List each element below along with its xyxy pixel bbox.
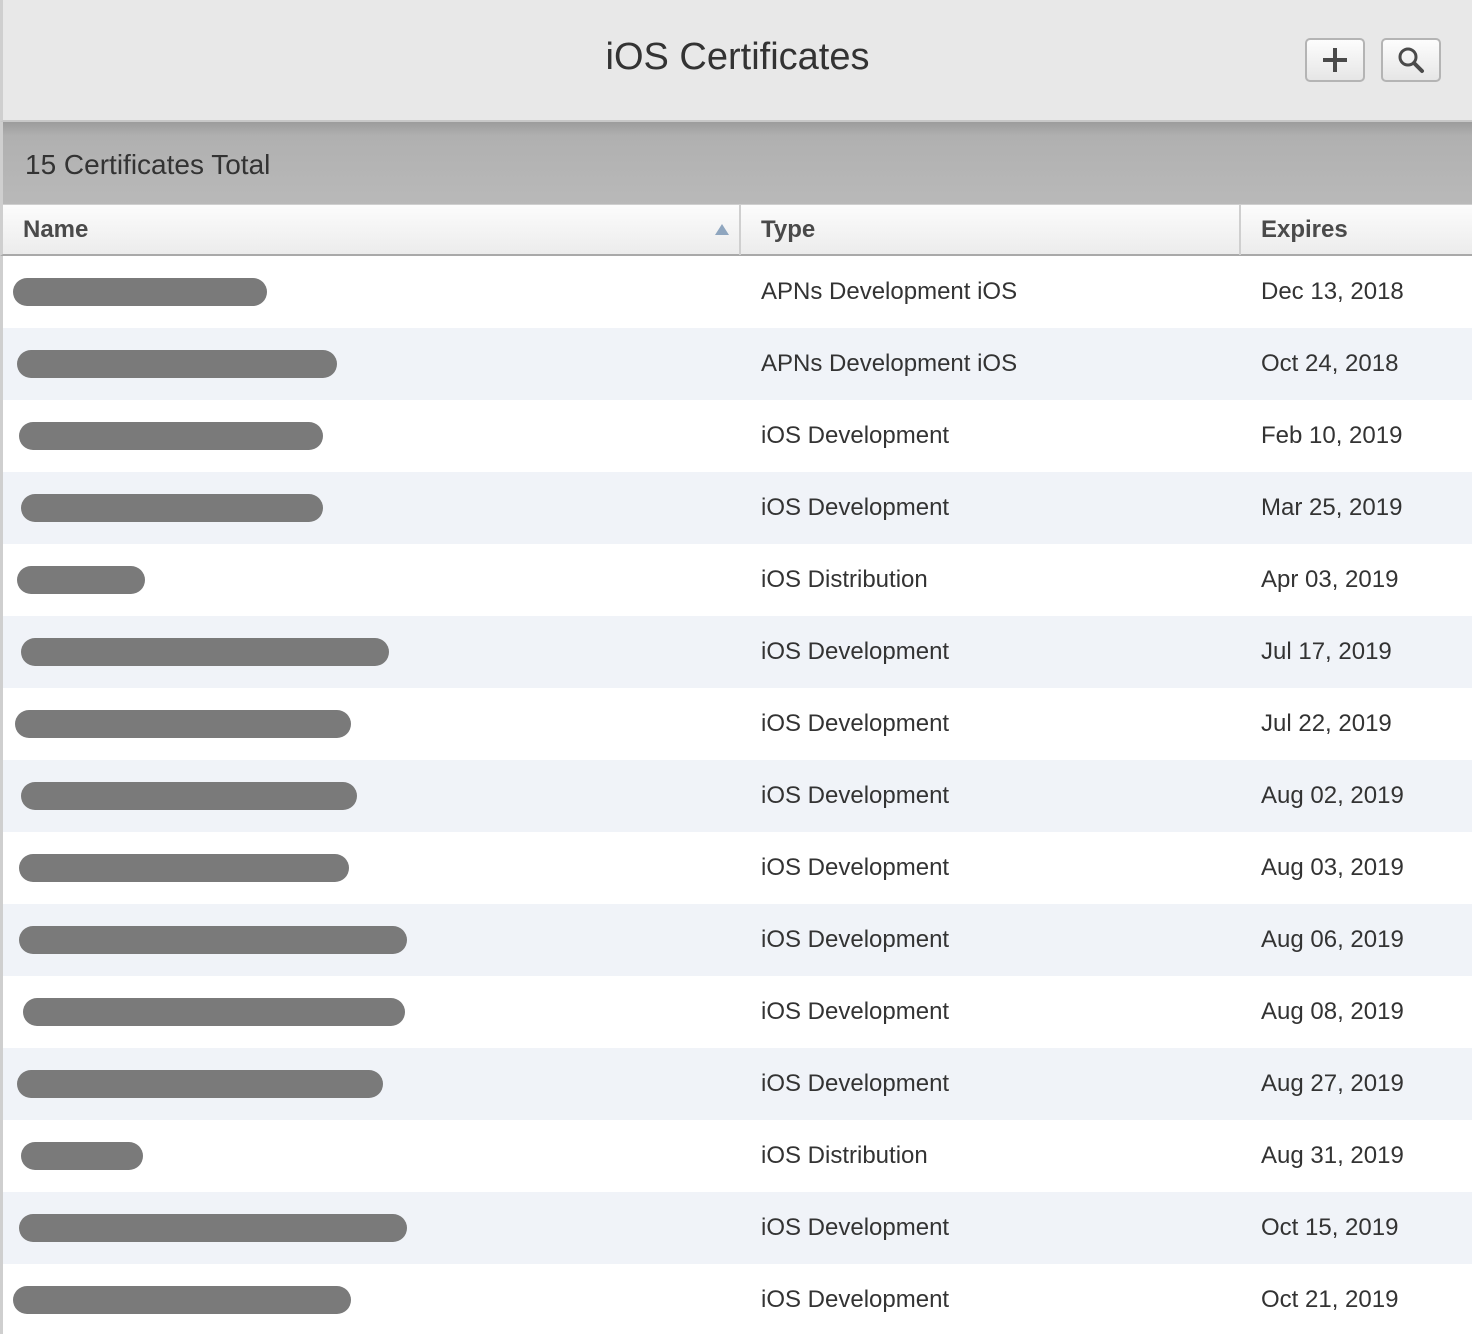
summary-bar: 15 Certificates Total: [0, 122, 1472, 204]
certificates-table: APNs Development iOS Dec 13, 2018 APNs D…: [0, 256, 1472, 1334]
table-row[interactable]: iOS Development Aug 06, 2019: [0, 904, 1472, 976]
certificate-type: iOS Development: [761, 854, 950, 881]
certificate-type: iOS Development: [761, 710, 950, 737]
column-header-type[interactable]: Type: [741, 205, 1241, 255]
table-row[interactable]: iOS Development Oct 21, 2019: [0, 1264, 1472, 1334]
table-row[interactable]: APNs Development iOS Oct 24, 2018: [0, 328, 1472, 400]
certificate-expires: Dec 13, 2018: [1261, 278, 1404, 305]
certificate-type: iOS Development: [761, 1214, 950, 1241]
table-row[interactable]: iOS Development Feb 10, 2019: [0, 400, 1472, 472]
redacted-name: [17, 1070, 383, 1098]
redacted-name: [21, 638, 389, 666]
sort-ascending-icon: [715, 224, 729, 235]
certificate-expires: Aug 03, 2019: [1261, 854, 1404, 881]
column-header-name-label: Name: [23, 216, 89, 243]
certificate-type: iOS Distribution: [761, 566, 928, 593]
redacted-name: [13, 278, 267, 306]
redacted-name: [19, 1214, 407, 1242]
search-icon: [1398, 47, 1424, 73]
certificate-expires: Jul 17, 2019: [1261, 638, 1392, 665]
column-header-type-label: Type: [761, 216, 816, 243]
certificate-type: APNs Development iOS: [761, 278, 1018, 305]
page-title: iOS Certificates: [605, 36, 870, 78]
certificate-type: iOS Distribution: [761, 1142, 928, 1169]
table-row[interactable]: iOS Development Jul 17, 2019: [0, 616, 1472, 688]
add-certificate-button[interactable]: [1305, 38, 1365, 82]
table-row[interactable]: APNs Development iOS Dec 13, 2018: [0, 256, 1472, 328]
redacted-name: [17, 566, 145, 594]
certificate-expires: Apr 03, 2019: [1261, 566, 1399, 593]
redacted-name: [19, 422, 323, 450]
table-row[interactable]: iOS Development Aug 27, 2019: [0, 1048, 1472, 1120]
redacted-name: [19, 926, 407, 954]
table-row[interactable]: iOS Development Jul 22, 2019: [0, 688, 1472, 760]
table-row[interactable]: iOS Development Aug 08, 2019: [0, 976, 1472, 1048]
certificate-type: iOS Development: [761, 926, 950, 953]
certificate-type: iOS Development: [761, 638, 950, 665]
certificate-expires: Feb 10, 2019: [1261, 422, 1403, 449]
search-button[interactable]: [1381, 38, 1441, 82]
certificate-type: iOS Development: [761, 494, 950, 521]
table-row[interactable]: iOS Development Oct 15, 2019: [0, 1192, 1472, 1264]
column-header-expires[interactable]: Expires: [1241, 205, 1472, 255]
certificate-type: iOS Development: [761, 422, 950, 449]
certificate-type: iOS Development: [761, 998, 950, 1025]
table-row[interactable]: iOS Development Mar 25, 2019: [0, 472, 1472, 544]
certificate-expires: Oct 24, 2018: [1261, 350, 1399, 377]
page-header: iOS Certificates: [0, 0, 1472, 122]
certificate-type: APNs Development iOS: [761, 350, 1018, 377]
certificate-expires: Oct 21, 2019: [1261, 1286, 1399, 1313]
certificate-type: iOS Development: [761, 782, 950, 809]
redacted-name: [19, 854, 349, 882]
redacted-name: [23, 998, 405, 1026]
table-row[interactable]: iOS Development Aug 02, 2019: [0, 760, 1472, 832]
redacted-name: [17, 350, 337, 378]
certificate-expires: Aug 08, 2019: [1261, 998, 1404, 1025]
certificate-type: iOS Development: [761, 1286, 950, 1313]
plus-icon: [1323, 48, 1347, 72]
certificate-expires: Aug 31, 2019: [1261, 1142, 1404, 1169]
table-row[interactable]: iOS Distribution Apr 03, 2019: [0, 544, 1472, 616]
certificate-expires: Aug 27, 2019: [1261, 1070, 1404, 1097]
column-header-name[interactable]: Name: [3, 205, 741, 255]
table-row[interactable]: iOS Development Aug 03, 2019: [0, 832, 1472, 904]
certificates-count: 15 Certificates Total: [25, 149, 271, 180]
redacted-name: [13, 1286, 351, 1314]
redacted-name: [15, 710, 351, 738]
column-header-expires-label: Expires: [1261, 216, 1348, 243]
certificate-expires: Aug 02, 2019: [1261, 782, 1404, 809]
certificate-expires: Oct 15, 2019: [1261, 1214, 1399, 1241]
certificate-expires: Jul 22, 2019: [1261, 710, 1392, 737]
certificate-type: iOS Development: [761, 1070, 950, 1097]
redacted-name: [21, 1142, 143, 1170]
certificate-expires: Aug 06, 2019: [1261, 926, 1404, 953]
redacted-name: [21, 494, 323, 522]
redacted-name: [21, 782, 357, 810]
table-row[interactable]: iOS Distribution Aug 31, 2019: [0, 1120, 1472, 1192]
table-header: Name Type Expires: [0, 204, 1472, 256]
certificate-expires: Mar 25, 2019: [1261, 494, 1403, 521]
